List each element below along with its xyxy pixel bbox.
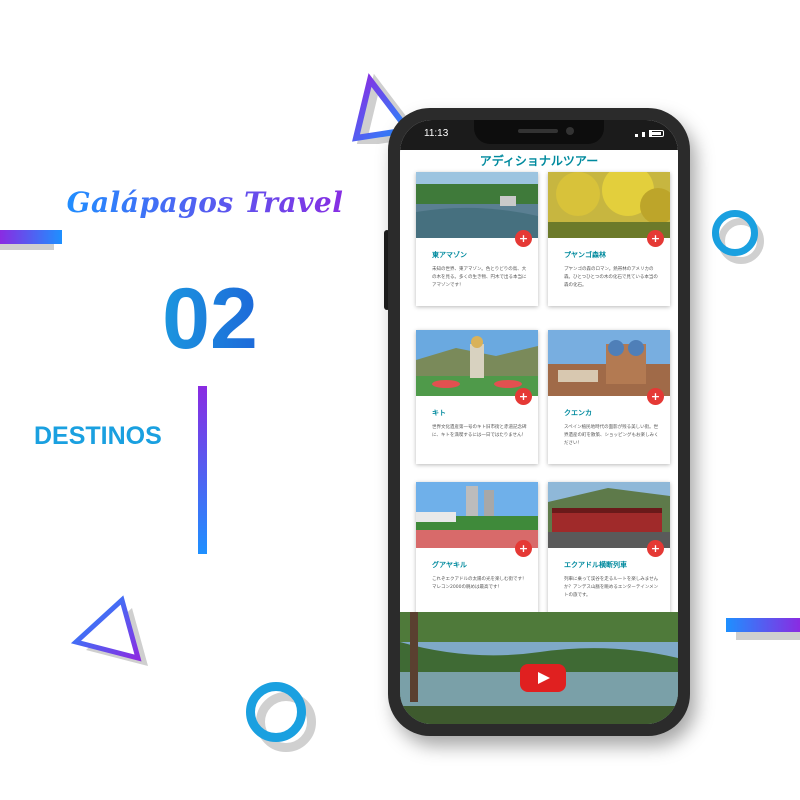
camera-icon <box>566 127 574 135</box>
speaker-grill <box>518 129 558 133</box>
battery-icon <box>650 130 664 137</box>
video-banner[interactable] <box>400 612 678 724</box>
status-bar: 11:13 <box>400 120 678 150</box>
plus-icon[interactable]: + <box>515 388 532 405</box>
decor-ring-top <box>712 210 758 256</box>
card-text: 世界文化遺産第一号のキト旧市街と赤道記念碑に、キトを満喫するには一日ではたりませ… <box>432 425 527 438</box>
decor-bar-left <box>0 230 62 244</box>
card-image-river <box>416 172 538 238</box>
card-title: 東アマゾン <box>432 251 467 259</box>
card-text: これぞエクアドルの太陽の光を楽しむ街です！マレコン2000の眺めは最高です！ <box>432 577 527 590</box>
card-text: 列車に乗って渓谷を走るルートを楽しみませんか？アンデス山脈を眺めるエンターテイン… <box>564 577 659 598</box>
card-text: スペイン植民地時代の面影が残る美しい街。世界遺産の町を散策、ショッピングもお楽し… <box>564 425 659 446</box>
tour-card-amazon[interactable]: + 東アマゾン 未知の世界、東アマゾン。色とりどりの鳥、大の木を見る。多くの生き… <box>416 172 538 306</box>
tour-card-train[interactable]: + エクアドル横断列車 列車に乗って渓谷を走るルートを楽しみませんか？アンデス山… <box>548 482 670 616</box>
card-image-cathedral <box>548 330 670 396</box>
card-image-monument <box>416 330 538 396</box>
decor-ring-bottom <box>246 682 306 742</box>
decor-triangle-bottom <box>70 595 148 666</box>
tour-card-guayaquil[interactable]: + グアヤキル これぞエクアドルの太陽の光を楽しむ街です！マレコン2000の眺め… <box>416 482 538 616</box>
card-image-yellow-forest <box>548 172 670 238</box>
plus-icon[interactable]: + <box>647 540 664 557</box>
plus-icon[interactable]: + <box>647 388 664 405</box>
card-title: プヤンゴ森林 <box>564 251 606 259</box>
decor-bar-right <box>726 618 800 632</box>
tour-card-quito[interactable]: + キト 世界文化遺産第一号のキト旧市街と赤道記念碑に、キトを満喫するには一日で… <box>416 330 538 464</box>
page-title: アディショナルツアー <box>479 154 599 168</box>
card-title: キト <box>432 409 446 417</box>
tour-card-puyango[interactable]: + プヤンゴ森林 プヤンゴの森のロマン。熱帯林のアメリカの森。ひとつひとつの木の… <box>548 172 670 306</box>
card-image-train <box>548 482 670 548</box>
phone-screen: 11:13 アディショナルツアー + 東アマゾン 未知の世界、東アマゾン。色とり… <box>400 120 678 724</box>
slide-number: 02 <box>140 270 280 369</box>
card-title: グアヤキル <box>432 561 467 569</box>
plus-icon[interactable]: + <box>515 540 532 557</box>
status-time: 11:13 <box>424 128 449 139</box>
youtube-play-icon[interactable] <box>520 664 566 692</box>
card-title: クエンカ <box>564 409 592 417</box>
brand-title: Galápagos Travel <box>60 186 350 219</box>
tour-card-cuenca[interactable]: + クエンカ スペイン植民地時代の面影が残る美しい街。世界遺産の町を散策、ショッ… <box>548 330 670 464</box>
section-label: DESTINOS <box>34 422 162 450</box>
plus-icon[interactable]: + <box>515 230 532 247</box>
card-title: エクアドル横断列車 <box>564 561 627 569</box>
card-text: プヤンゴの森のロマン。熱帯林のアメリカの森。ひとつひとつの木の化石で見ている本当… <box>564 267 658 288</box>
card-image-waterfront <box>416 482 538 548</box>
card-text: 未知の世界、東アマゾン。色とりどりの鳥、大の木を見る。多くの生き物、円木で出る本… <box>432 267 527 288</box>
decor-vertical-line <box>198 386 207 554</box>
plus-icon[interactable]: + <box>647 230 664 247</box>
